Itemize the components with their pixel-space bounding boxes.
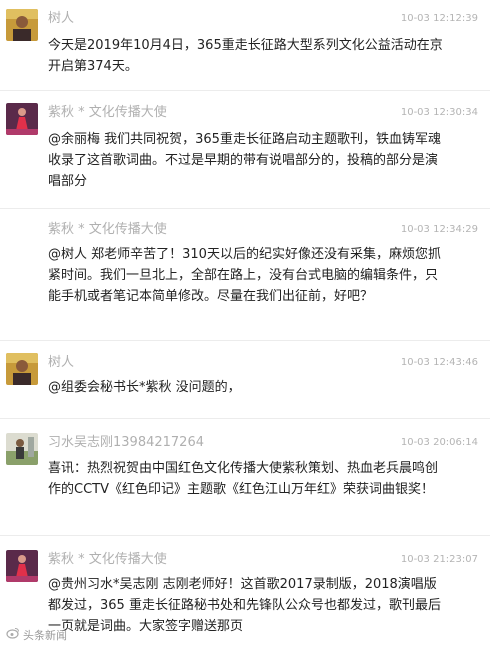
- message-timestamp: 10-03 12:43:46: [400, 357, 478, 368]
- message-text: @组委会秘书长*紫秋 没问题的，: [48, 380, 241, 395]
- message-timestamp: 10-03 21:23:07: [400, 554, 478, 565]
- user-avatar[interactable]: [6, 9, 38, 41]
- user-avatar[interactable]: [6, 353, 38, 385]
- message-timestamp: 10-03 20:06:14: [400, 437, 478, 448]
- message-text: @余丽梅 我们共同祝贺，365重走长征路启动主题歌刊，铁血铸军魂收录了这首歌词曲…: [48, 132, 441, 189]
- message-timestamp: 10-03 12:34:29: [400, 224, 478, 235]
- message-feed: 树人 10-03 12:12:39 今天是2019年10月4日，365重走长征路…: [0, 0, 490, 648]
- divider: [0, 90, 490, 91]
- divider: [0, 340, 490, 341]
- message-timestamp: 10-03 12:30:34: [400, 107, 478, 118]
- watermark: 头条新闻: [6, 626, 67, 643]
- message-text: 喜讯：热烈祝贺由中国红色文化传播大使紫秋策划、热血老兵晨鸣创作的CCTV《红色印…: [48, 461, 439, 497]
- user-avatar[interactable]: [6, 433, 38, 465]
- message-text: 今天是2019年10月4日，365重走长征路大型系列文化公益活动在京开启第374…: [48, 38, 443, 74]
- message-text: @贵州习水*吴志刚 志刚老师好！这首歌2017录制版，2018演唱版都发过，36…: [48, 577, 441, 634]
- divider: [0, 208, 490, 209]
- user-name[interactable]: 紫秋 * 文化传播大使: [48, 551, 167, 569]
- weibo-logo-icon: [6, 626, 20, 643]
- user-avatar[interactable]: [6, 103, 38, 135]
- divider: [0, 535, 490, 536]
- message-timestamp: 10-03 12:12:39: [400, 13, 478, 24]
- divider: [0, 418, 490, 419]
- user-name[interactable]: 习水吴志刚13984217264: [48, 434, 204, 452]
- user-name[interactable]: 树人: [48, 354, 74, 372]
- user-name[interactable]: 紫秋 * 文化传播大使: [48, 221, 167, 239]
- user-name[interactable]: 紫秋 * 文化传播大使: [48, 104, 167, 122]
- user-name[interactable]: 树人: [48, 10, 74, 28]
- user-avatar[interactable]: [6, 550, 38, 582]
- message-text: @树人 郑老师辛苦了！310天以后的纪实好像还没有采集，麻烦您抓紧时间。我们一旦…: [48, 247, 441, 304]
- watermark-text: 头条新闻: [23, 628, 67, 642]
